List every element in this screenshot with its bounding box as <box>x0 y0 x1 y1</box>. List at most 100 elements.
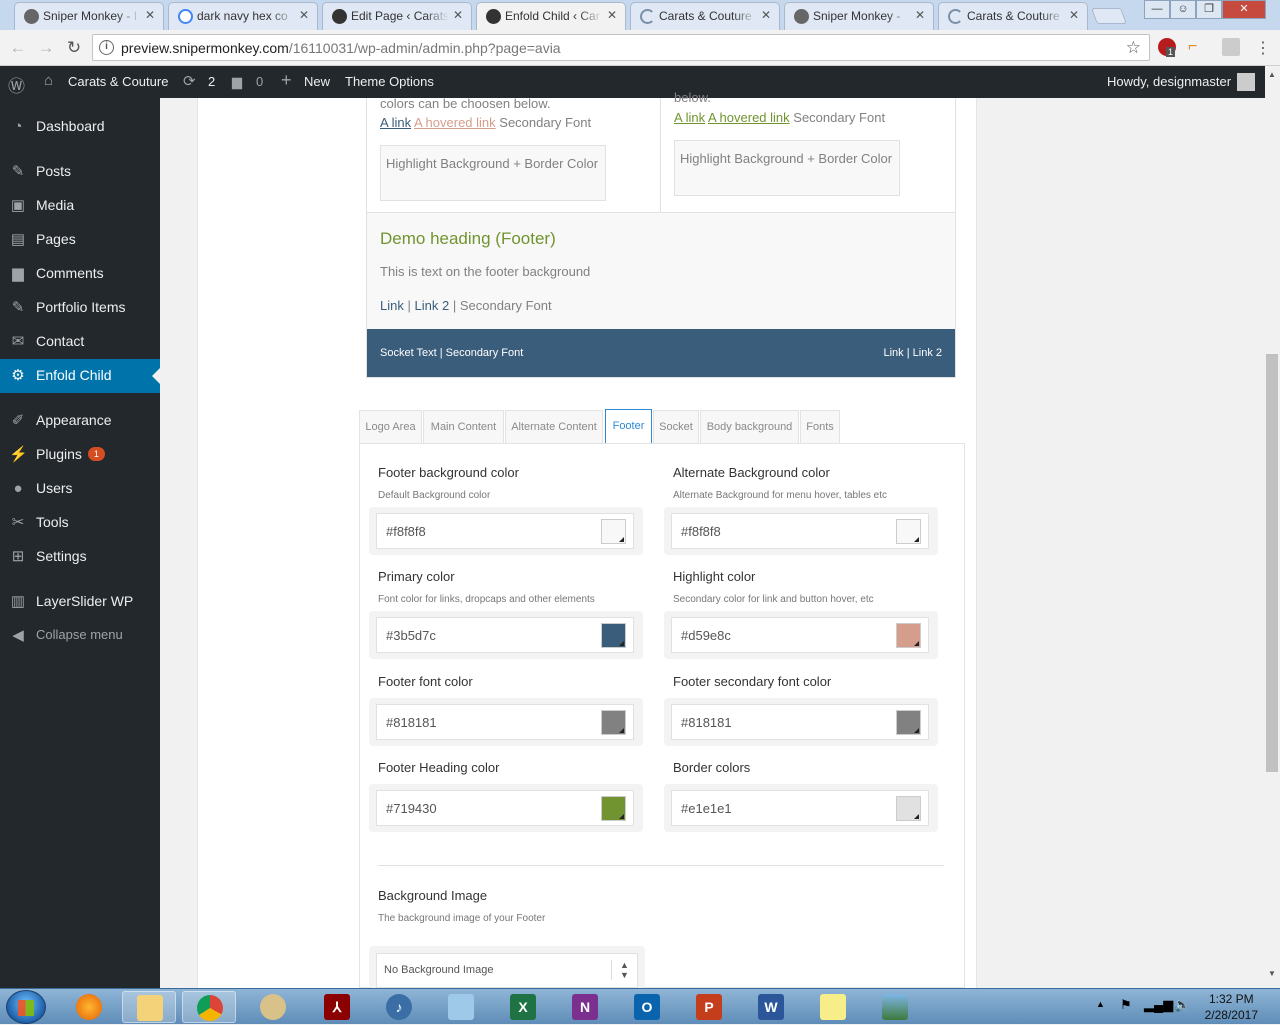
comments-icon[interactable]: ▆ <box>232 74 242 90</box>
sidebar-item-tools[interactable]: ✂ Tools <box>0 506 160 540</box>
footer-secondary-font-color-input[interactable]: #818181 <box>671 704 929 740</box>
alternate-background-color-input[interactable]: #f8f8f8 <box>671 513 929 549</box>
page-scrollbar[interactable]: ▲ ▼ <box>1265 66 1280 988</box>
footer-heading-color-input[interactable]: #719430 <box>376 790 634 826</box>
preview-link[interactable]: A link <box>674 110 705 125</box>
taskbar-word[interactable]: W <box>744 991 798 1023</box>
taskbar-powerpoint[interactable]: P <box>682 991 736 1023</box>
sidebar-item-pages[interactable]: ▤ Pages <box>0 223 160 257</box>
sidebar-item-dashboard[interactable]: ◔ Dashboard <box>0 110 160 144</box>
taskbar-explorer[interactable] <box>122 991 176 1023</box>
new-tab-button[interactable] <box>1091 8 1127 24</box>
updates-count[interactable]: 2 <box>208 74 215 89</box>
taskbar-acrobat[interactable]: ⅄ <box>310 991 364 1023</box>
updates-icon[interactable]: ⟳ <box>183 72 196 90</box>
border-colors-input[interactable]: #e1e1e1 <box>671 790 929 826</box>
site-name-link[interactable]: Carats & Couture <box>68 74 168 89</box>
avatar[interactable] <box>1237 73 1255 91</box>
browser-tab[interactable]: Sniper Monkey - I ✕ <box>14 2 164 30</box>
sidebar-item-enfold-child[interactable]: ⚙ Enfold Child <box>0 359 160 393</box>
comments-count[interactable]: 0 <box>256 74 263 89</box>
wordpress-logo-icon[interactable]: Ⓦ <box>8 72 25 97</box>
taskbar-clock[interactable]: 1:32 PM 2/28/2017 <box>1205 991 1258 1023</box>
close-tab-icon[interactable]: ✕ <box>761 8 771 22</box>
color-swatch[interactable] <box>601 519 626 544</box>
sidebar-item-users[interactable]: ● Users <box>0 472 160 506</box>
sidebar-item-comments[interactable]: ▆ Comments <box>0 257 160 291</box>
browser-tab[interactable]: Edit Page ‹ Carats ✕ <box>322 2 472 30</box>
tab-fonts[interactable]: Fonts <box>800 410 840 444</box>
maximize-button[interactable]: ❐ <box>1196 0 1222 19</box>
primary-color-input[interactable]: #3b5d7c <box>376 617 634 653</box>
close-tab-icon[interactable]: ✕ <box>145 8 155 22</box>
sidebar-item-plugins[interactable]: ⚡ Plugins 1 <box>0 438 160 472</box>
sidebar-item-media[interactable]: ▣ Media <box>0 189 160 223</box>
tab-footer[interactable]: Footer <box>605 409 652 445</box>
close-tab-icon[interactable]: ✕ <box>299 8 309 22</box>
reload-icon[interactable]: ↻ <box>64 38 84 58</box>
taskbar-outlook[interactable]: O <box>620 991 674 1023</box>
taskbar-firefox[interactable] <box>62 991 116 1023</box>
color-swatch[interactable] <box>601 710 626 735</box>
ublock-extension-icon[interactable]: 1 <box>1158 38 1176 57</box>
background-image-select[interactable]: No Background Image ▲ ▼ <box>376 953 638 988</box>
plus-icon[interactable]: + <box>281 70 292 91</box>
bookmark-extension-icon[interactable]: ⌐ <box>1188 38 1206 56</box>
taskbar-notepad[interactable] <box>434 991 488 1023</box>
color-swatch[interactable] <box>896 623 921 648</box>
sidebar-item-appearance[interactable]: ✐ Appearance <box>0 404 160 438</box>
close-window-button[interactable]: ✕ <box>1222 0 1266 19</box>
preview-footer-link[interactable]: Link 2 <box>415 298 450 313</box>
tab-socket[interactable]: Socket <box>653 410 699 444</box>
color-swatch[interactable] <box>896 519 921 544</box>
back-arrow-icon[interactable]: ← <box>8 38 28 58</box>
browser-tab[interactable]: Carats & Couture ✕ <box>630 2 780 30</box>
howdy-user-link[interactable]: Howdy, designmaster <box>1107 74 1231 89</box>
socket-links[interactable]: Link | Link 2 <box>883 347 942 359</box>
volume-icon[interactable]: 🔈 <box>1174 997 1190 1013</box>
color-swatch[interactable] <box>601 623 626 648</box>
scroll-down-arrow-icon[interactable]: ▼ <box>1268 969 1276 978</box>
browser-tab[interactable]: dark navy hex co ✕ <box>168 2 318 30</box>
sidebar-item-layerslider[interactable]: ▥ LayerSlider WP <box>0 585 160 619</box>
footer-font-color-input[interactable]: #818181 <box>376 704 634 740</box>
preview-link[interactable]: A link <box>380 115 411 130</box>
sidebar-item-contact[interactable]: ✉ Contact <box>0 325 160 359</box>
taskbar-onenote[interactable]: N <box>558 991 612 1023</box>
home-icon[interactable]: ⌂ <box>44 72 53 89</box>
preview-hovered-link[interactable]: A hovered link <box>414 115 496 130</box>
footer-background-color-input[interactable]: #f8f8f8 <box>376 513 634 549</box>
tab-logo-area[interactable]: Logo Area <box>359 410 422 444</box>
highlight-color-input[interactable]: #d59e8c <box>671 617 929 653</box>
chrome-menu-icon[interactable]: ⋮ <box>1254 38 1272 57</box>
close-tab-icon[interactable]: ✕ <box>915 8 925 22</box>
network-signal-icon[interactable]: ▂▄▆ <box>1144 997 1173 1013</box>
taskbar-photos[interactable] <box>868 991 922 1023</box>
new-content-link[interactable]: New <box>304 74 330 89</box>
show-hidden-icons-icon[interactable]: ▲ <box>1096 999 1105 1009</box>
close-tab-icon[interactable]: ✕ <box>607 8 617 22</box>
sidebar-item-portfolio-items[interactable]: ✎ Portfolio Items <box>0 291 160 325</box>
action-center-flag-icon[interactable]: ⚑ <box>1120 997 1132 1013</box>
close-tab-icon[interactable]: ✕ <box>453 8 463 22</box>
forward-arrow-icon[interactable]: → <box>36 38 56 58</box>
collapse-menu-button[interactable]: ◀ Collapse menu <box>0 619 160 653</box>
minimize-button[interactable]: — <box>1144 0 1170 19</box>
start-button[interactable] <box>6 990 46 1024</box>
preview-hovered-link[interactable]: A hovered link <box>708 110 790 125</box>
sidebar-item-settings[interactable]: ⊞ Settings <box>0 540 160 574</box>
sidebar-item-posts[interactable]: ✎ Posts <box>0 155 160 189</box>
address-bar[interactable]: i preview.snipermonkey.com/16110031/wp-a… <box>92 34 1150 61</box>
close-tab-icon[interactable]: ✕ <box>1069 8 1079 22</box>
scrollbar-thumb[interactable] <box>1266 354 1278 772</box>
tab-main-content[interactable]: Main Content <box>423 410 504 444</box>
taskbar-sticky-notes[interactable] <box>806 991 860 1023</box>
taskbar-chrome[interactable] <box>182 991 236 1023</box>
preview-footer-link[interactable]: Link <box>380 298 404 313</box>
color-swatch[interactable] <box>896 710 921 735</box>
taskbar-excel[interactable]: X <box>496 991 550 1023</box>
user-button[interactable]: ☺ <box>1170 0 1196 19</box>
scroll-up-arrow-icon[interactable]: ▲ <box>1268 70 1276 79</box>
tab-alternate-content[interactable]: Alternate Content <box>505 410 603 444</box>
color-swatch[interactable] <box>896 796 921 821</box>
